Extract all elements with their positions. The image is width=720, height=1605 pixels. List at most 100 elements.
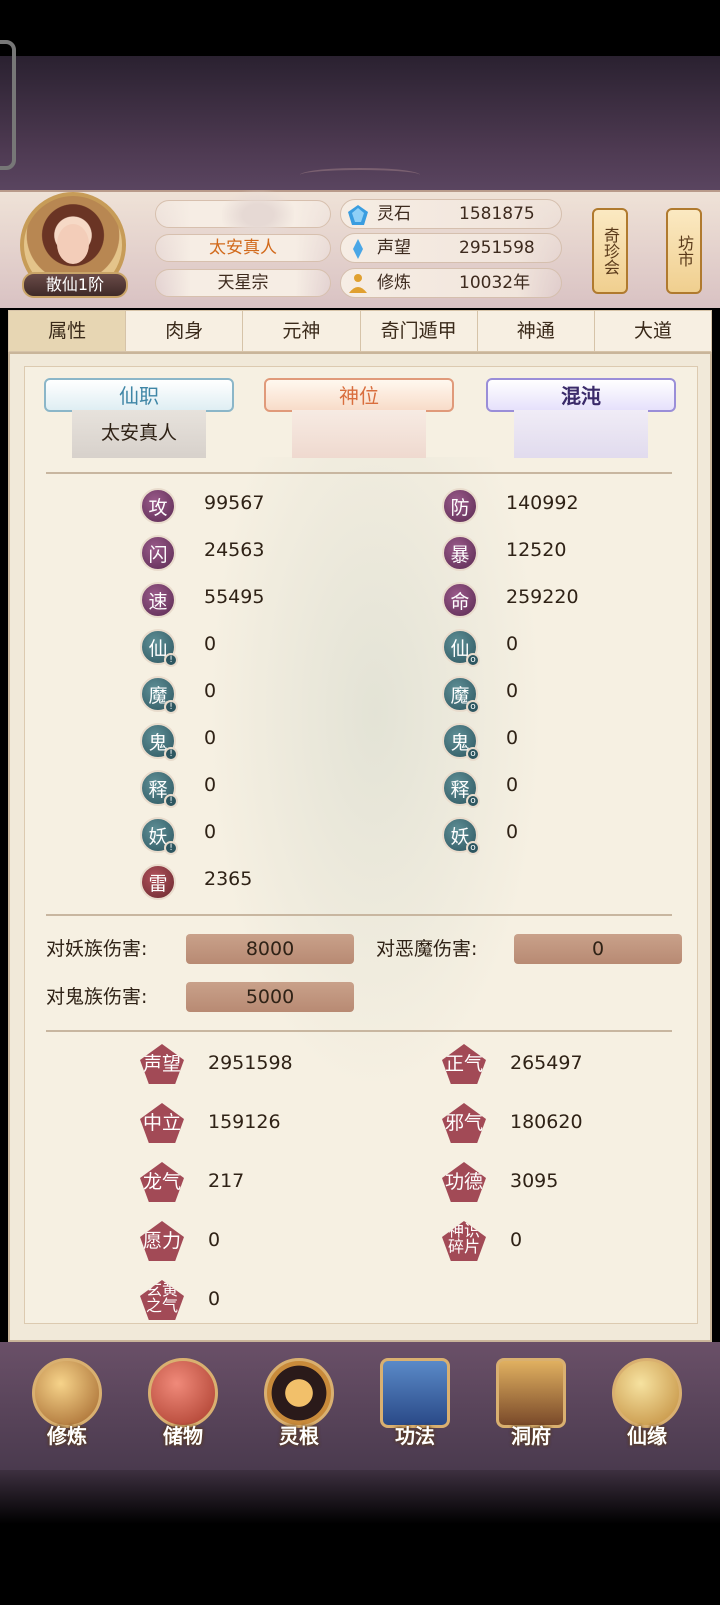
stat-value: 0 [506, 821, 519, 843]
status-bar-area [0, 0, 720, 56]
tab-spirit[interactable]: 元神 [243, 311, 361, 351]
stat-value: 259220 [506, 586, 579, 608]
name-blur [222, 190, 294, 240]
tab-attributes[interactable]: 属性 [9, 311, 127, 351]
stat-badge-shi-def: 释o [442, 770, 480, 808]
tab-qimen[interactable]: 奇门遁甲 [361, 311, 478, 351]
nav-label: 洞府 [511, 1424, 551, 1448]
resource-spirit-stone: 灵石 1581875 [340, 199, 562, 229]
resource-reputation: 声望 2951598 [340, 233, 562, 263]
damage-value-yao: 8000 [186, 934, 354, 964]
attack-mark-icon: ! [164, 653, 178, 667]
nav-xianyuan-button[interactable]: 仙缘 [602, 1358, 692, 1458]
stat-badge: 速 [140, 582, 176, 618]
resource-label: 修炼 [377, 273, 411, 293]
stat-value: 0 [506, 774, 519, 796]
rep-value: 3095 [510, 1170, 559, 1192]
resource-value: 2951598 [459, 238, 535, 258]
nav-dongfu-button[interactable]: 洞府 [486, 1358, 576, 1458]
stat-value: 0 [204, 633, 217, 655]
nav-xiulian-button[interactable]: 修炼 [22, 1358, 112, 1458]
damage-label-emo: 对恶魔伤害: [376, 938, 478, 960]
tab-bar: 属性 肉身 元神 奇门遁甲 神通 大道 [8, 310, 712, 352]
player-title-box: 太安真人 [155, 234, 331, 262]
stat-badge-gui-atk: 鬼! [140, 723, 178, 761]
attack-mark-icon: ! [164, 747, 178, 761]
nav-chuwu-button[interactable]: 储物 [138, 1358, 228, 1458]
rep-value: 159126 [208, 1111, 281, 1133]
stat-value: 0 [506, 680, 519, 702]
player-sect-box: 天星宗 [155, 269, 331, 297]
damage-value-gui: 5000 [186, 982, 354, 1012]
reputation-crystal-icon [353, 239, 363, 259]
resource-value: 1581875 [459, 204, 535, 224]
stat-value: 140992 [506, 492, 579, 514]
damage-value-emo: 0 [514, 934, 682, 964]
stat-value: 0 [204, 774, 217, 796]
stat-value: 55495 [204, 586, 265, 608]
resource-cultivation: 修炼 10032年 [340, 268, 562, 298]
stat-badge-mo-atk: 魔! [140, 676, 178, 714]
storage-bag-icon [148, 1358, 218, 1428]
stat-badge-yao-atk: 妖! [140, 817, 178, 855]
divider [46, 914, 672, 916]
stat-value: 24563 [204, 539, 265, 561]
xianzhi-value: 太安真人 [72, 410, 206, 458]
stat-value: 0 [204, 680, 217, 702]
resource-value: 10032年 [459, 273, 531, 293]
nav-linggen-button[interactable]: 灵根 [254, 1358, 344, 1458]
top-banner [0, 56, 720, 191]
shop-fangshi-button[interactable]: 坊市 [666, 208, 702, 294]
stat-badge-xian-def: 仙o [442, 629, 480, 667]
meditation-icon [349, 274, 367, 293]
spirit-root-icon [264, 1358, 334, 1428]
stat-value: 2365 [204, 868, 253, 890]
stat-badge: 雷 [140, 864, 176, 900]
stat-value: 0 [204, 727, 217, 749]
cave-dwelling-icon [496, 1358, 566, 1428]
shenwei-ribbon: 神位 [264, 378, 454, 412]
attack-mark-icon: ! [164, 794, 178, 808]
nav-label: 修炼 [47, 1424, 87, 1448]
hundun-ribbon: 混沌 [486, 378, 676, 412]
rep-value: 180620 [510, 1111, 583, 1133]
stat-value: 0 [506, 727, 519, 749]
defense-mark-icon: o [466, 794, 480, 808]
damage-label-gui: 对鬼族伤害: [46, 986, 148, 1008]
stat-value: 0 [506, 633, 519, 655]
hundun-value [514, 410, 648, 458]
stat-badge: 命 [442, 582, 478, 618]
divider [46, 472, 672, 474]
stat-badge-shi-atk: 释! [140, 770, 178, 808]
damage-label-yao: 对妖族伤害: [46, 938, 148, 960]
nav-label: 储物 [163, 1424, 203, 1448]
rep-value: 0 [208, 1229, 221, 1251]
tab-dadao[interactable]: 大道 [595, 311, 711, 351]
rep-value: 2951598 [208, 1052, 293, 1074]
xianzhi-ribbon: 仙职 [44, 378, 234, 412]
rep-value: 265497 [510, 1052, 583, 1074]
avatar-face [57, 224, 89, 264]
stat-value: 12520 [506, 539, 567, 561]
nav-label: 灵根 [279, 1424, 319, 1448]
stat-badge-gui-def: 鬼o [442, 723, 480, 761]
attribute-panel-inner [24, 366, 698, 1324]
gourd-icon [612, 1358, 682, 1428]
stat-value: 0 [204, 821, 217, 843]
nav-label: 仙缘 [627, 1424, 667, 1448]
nav-gongfa-button[interactable]: 功法 [370, 1358, 460, 1458]
cultivation-icon [32, 1358, 102, 1428]
technique-book-icon [380, 1358, 450, 1428]
defense-mark-icon: o [466, 747, 480, 761]
bottom-fill [0, 1470, 720, 1605]
tab-shentong[interactable]: 神通 [478, 311, 595, 351]
rep-value: 0 [510, 1229, 523, 1251]
tab-body[interactable]: 肉身 [126, 311, 244, 351]
resource-label: 声望 [377, 238, 411, 258]
attack-mark-icon: ! [164, 841, 178, 855]
stat-badge: 防 [442, 488, 478, 524]
shop-qizhenhui-button[interactable]: 奇珍会 [592, 208, 628, 294]
stat-badge: 攻 [140, 488, 176, 524]
attack-mark-icon: ! [164, 700, 178, 714]
stat-badge: 闪 [140, 535, 176, 571]
